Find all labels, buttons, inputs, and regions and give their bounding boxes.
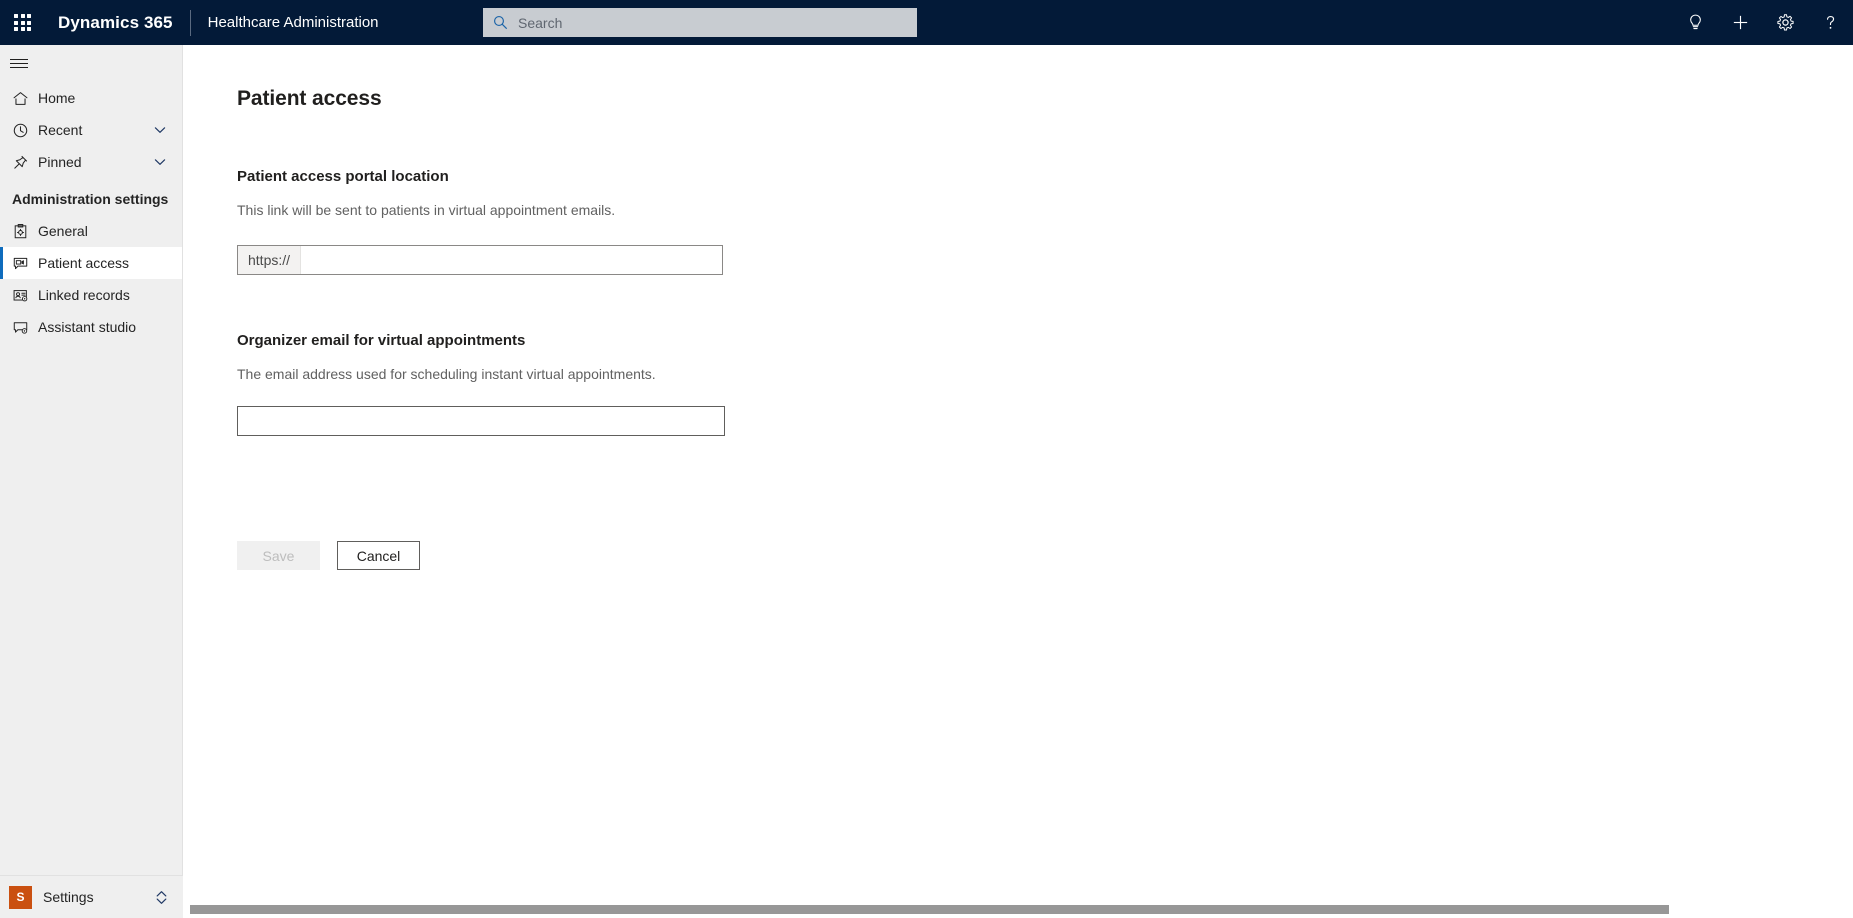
portal-location-input[interactable]: [301, 246, 722, 274]
sidebar-navigation: Home Recent Pinned Administration settin…: [0, 45, 183, 918]
sidebar-item-recent[interactable]: Recent: [0, 114, 182, 146]
gear-icon: [1777, 14, 1794, 31]
portal-location-field[interactable]: https://: [237, 245, 723, 275]
top-nav-actions: [1673, 0, 1853, 45]
sidebar-item-label: General: [38, 223, 88, 239]
save-button[interactable]: Save: [237, 541, 320, 570]
waffle-icon: [14, 14, 31, 31]
home-icon: [10, 88, 30, 108]
brand-divider: [189, 9, 191, 36]
question-icon: [1826, 15, 1835, 29]
screen-gear-icon: [10, 317, 30, 337]
area-badge: S: [9, 885, 32, 909]
top-navigation-bar: Dynamics 365 Healthcare Administration: [0, 0, 1853, 45]
organizer-email-input[interactable]: [238, 407, 724, 435]
brand-title[interactable]: Dynamics 365: [58, 13, 173, 33]
area-switcher-label: Settings: [43, 889, 94, 905]
updown-chevron-icon[interactable]: [154, 889, 169, 906]
chevron-down-icon[interactable]: [152, 154, 168, 170]
section-description: This link will be sent to patients in vi…: [237, 202, 616, 218]
section-organizer-email: Organizer email for virtual appointments…: [237, 332, 1853, 436]
search-icon: [494, 16, 508, 30]
sidebar-item-label: Patient access: [38, 255, 130, 271]
sitemap-toggle-button[interactable]: [0, 45, 183, 82]
lightbulb-icon: [1690, 14, 1701, 30]
section-patient-access-portal-location: Patient access portal location This link…: [237, 168, 1853, 275]
lightbulb-button[interactable]: [1673, 0, 1718, 45]
clipboard-gear-icon: [10, 221, 30, 241]
sidebar-item-assistant-studio[interactable]: Assistant studio: [0, 311, 182, 343]
section-description: The email address used for scheduling in…: [237, 366, 656, 382]
sidebar-item-home[interactable]: Home: [0, 82, 182, 114]
sidebar-item-label: Linked records: [38, 287, 130, 303]
sidebar-item-label: Assistant studio: [38, 319, 137, 335]
sidebar-item-general[interactable]: General: [0, 215, 182, 247]
hamburger-icon: [10, 56, 28, 71]
section-title: Patient access portal location: [237, 168, 449, 185]
area-switcher[interactable]: S Settings: [0, 875, 183, 918]
contact-card-gear-icon: [10, 285, 30, 305]
sidebar-item-label: Recent: [38, 122, 83, 138]
sidebar-item-patient-access[interactable]: Patient access: [0, 247, 182, 279]
video-chat-icon: [10, 253, 30, 273]
plus-icon: [1733, 15, 1748, 30]
clock-icon: [10, 120, 30, 140]
form-actions: Save Cancel: [237, 541, 1853, 570]
help-button[interactable]: [1808, 0, 1853, 45]
page-title: Patient access: [237, 87, 382, 110]
sidebar-item-linked-records[interactable]: Linked records: [0, 279, 182, 311]
horizontal-scrollbar-thumb[interactable]: [190, 905, 1669, 914]
quick-create-button[interactable]: [1718, 0, 1763, 45]
sidebar-item-label: Home: [38, 90, 76, 106]
url-prefix-label: https://: [238, 246, 302, 274]
search-input[interactable]: [516, 8, 907, 37]
pin-icon: [10, 152, 30, 172]
main-content-area: Patient access Patient access portal loc…: [184, 45, 1853, 918]
sidebar-group-title: Administration settings: [12, 191, 169, 207]
sidebar-item-pinned[interactable]: Pinned: [0, 146, 182, 178]
app-name-label: Healthcare Administration: [207, 14, 379, 31]
settings-button[interactable]: [1763, 0, 1808, 45]
app-launcher-button[interactable]: [0, 0, 45, 45]
section-title: Organizer email for virtual appointments: [237, 332, 526, 349]
sidebar-item-label: Pinned: [38, 154, 82, 170]
horizontal-scrollbar[interactable]: [184, 901, 1853, 918]
chevron-down-icon[interactable]: [152, 122, 168, 138]
cancel-button[interactable]: Cancel: [337, 541, 420, 570]
organizer-email-field[interactable]: [237, 406, 725, 436]
global-search-box[interactable]: [483, 8, 917, 37]
